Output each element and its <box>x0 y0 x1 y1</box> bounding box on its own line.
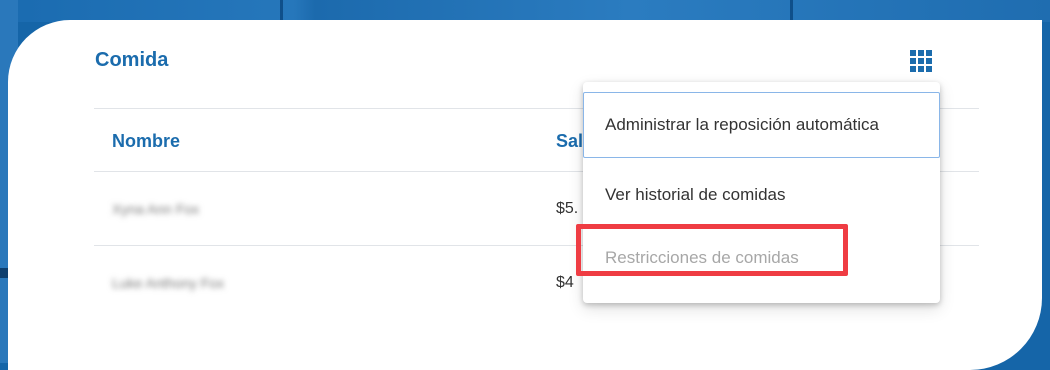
actions-dropdown-menu: Administrar la reposición automática Ver… <box>583 82 940 303</box>
table-row-name: Xyna Ann Fox <box>112 201 200 217</box>
background-band <box>0 0 1050 22</box>
meals-card: Comida Nombre Sal Xyna Ann Fox $5. Luke … <box>8 20 1042 370</box>
card-title: Comida <box>95 49 169 71</box>
grid-icon <box>910 50 932 72</box>
background-seam <box>790 0 793 22</box>
table-row-balance: $5. <box>556 200 579 217</box>
column-header-balance: Sal <box>556 131 584 151</box>
menu-item-meal-restrictions: Restricciones de comidas <box>605 248 799 267</box>
menu-toggle-button[interactable] <box>910 50 932 72</box>
menu-item-view-meal-history[interactable]: Ver historial de comidas <box>583 170 940 220</box>
table-row-name: Luke Anthony Fox <box>112 275 225 291</box>
menu-item-manage-auto-reload[interactable]: Administrar la reposición automática <box>583 92 940 158</box>
background-seam <box>280 0 283 22</box>
column-header-name: Nombre <box>112 131 181 151</box>
table-row-balance: $4 <box>556 274 574 291</box>
